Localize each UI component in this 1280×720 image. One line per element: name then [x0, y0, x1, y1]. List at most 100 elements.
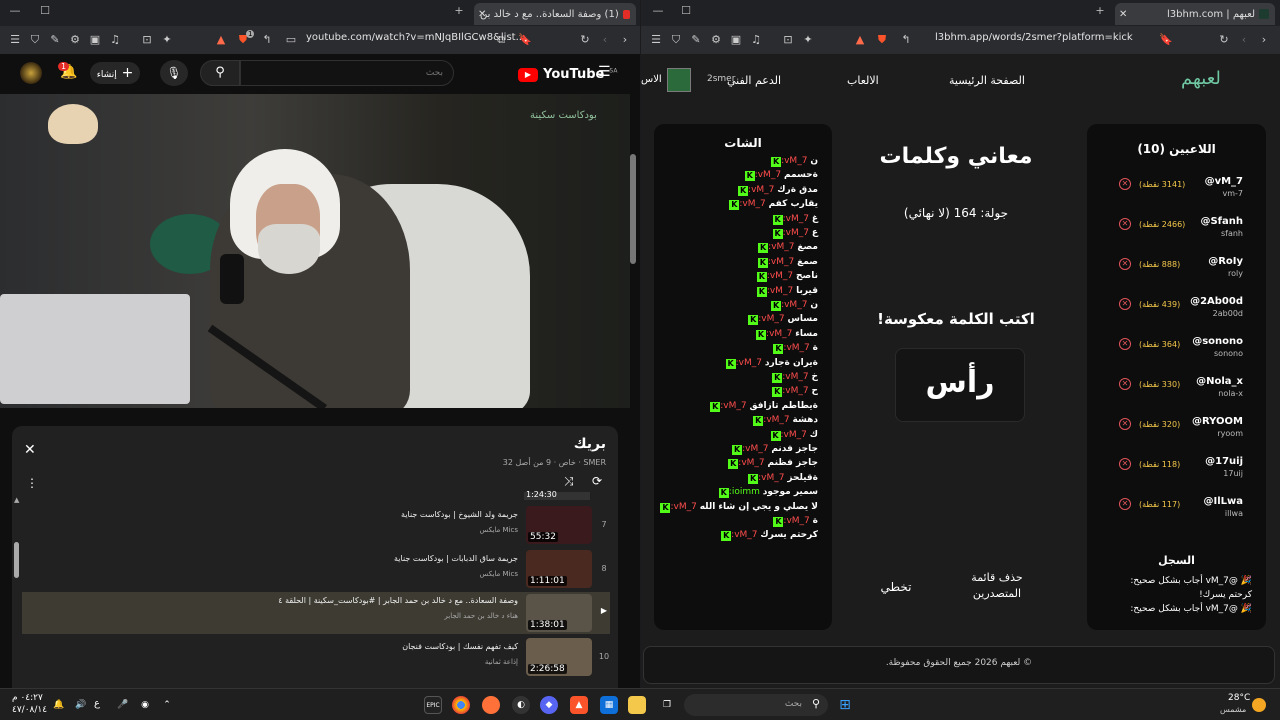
puzzle-icon[interactable]: ✦ [801, 33, 815, 47]
shuffle-icon[interactable]: ⤨ [564, 474, 574, 489]
clock-date[interactable]: ٤٧/٠٨/١٤ [12, 705, 47, 715]
store-icon[interactable]: ▦ [600, 696, 618, 714]
discord-icon[interactable]: ◆ [540, 696, 558, 714]
brave-rewards-icon[interactable]: ▲ [853, 33, 867, 47]
weather-sun-icon[interactable] [1252, 698, 1266, 712]
remove-player-icon[interactable]: ✕ [1119, 218, 1131, 230]
weather-temp[interactable]: 28°C [1228, 693, 1250, 703]
network-icon[interactable]: ◉ [136, 696, 154, 714]
forward-icon[interactable]: › [1257, 33, 1271, 47]
screenshot-icon[interactable]: ⊡ [781, 33, 795, 47]
clock-time[interactable]: ٠٤:٢٧ م [12, 693, 43, 703]
left-url-field[interactable]: youtube.com/watch?v=mNJqBIlGCw8&list... [306, 32, 525, 43]
back-icon[interactable]: ‹ [598, 33, 612, 47]
remove-player-icon[interactable]: ✕ [1119, 458, 1131, 470]
microphone-icon[interactable]: 🎤 [114, 696, 132, 714]
task-view-icon[interactable]: ❐ [658, 696, 676, 714]
chrome-icon[interactable] [452, 696, 470, 714]
settings-icon[interactable]: ⚙ [68, 33, 82, 47]
remove-player-icon[interactable]: ✕ [1119, 338, 1131, 350]
shield-icon[interactable]: ⛉ [669, 33, 683, 47]
bookmark-icon[interactable]: 🔖 [1159, 33, 1173, 47]
remove-player-icon[interactable]: ✕ [1119, 418, 1131, 430]
minimize-icon[interactable]: — [649, 4, 667, 17]
search-input[interactable] [240, 60, 454, 86]
brave-shield-icon[interactable]: ⛊ [875, 33, 889, 47]
loop-icon[interactable]: ⟳ [592, 474, 602, 488]
sidebar-icon[interactable]: ▣ [88, 33, 102, 47]
playlist-item-current[interactable]: ▶ 1:38:01 وصفة السعادة.. مع د خالد بن حم… [22, 592, 610, 634]
hamburger-menu-icon[interactable]: ☰ [598, 64, 611, 80]
nav-extra[interactable]: الاس [641, 74, 662, 85]
playlist-item[interactable]: 7 55:32 جريمة ولد الشيوخ | بودكاست جناية… [22, 506, 610, 546]
youtube-avatar[interactable] [20, 62, 42, 84]
maximize-icon[interactable]: ☐ [677, 4, 695, 17]
epic-games-icon[interactable]: EPIC [424, 696, 442, 714]
remove-player-icon[interactable]: ✕ [1119, 258, 1131, 270]
bookmark-icon[interactable]: 🔖 [518, 33, 532, 47]
reload-icon[interactable]: ↻ [1217, 33, 1231, 47]
site-info-icon[interactable]: ▭ [284, 33, 298, 47]
sidebar-icon[interactable]: ▣ [729, 33, 743, 47]
shield-icon[interactable]: ⛉ [28, 33, 42, 47]
minimize-icon[interactable]: — [6, 4, 24, 17]
notifications-bell-icon[interactable]: 🔔 [50, 696, 68, 714]
right-url-field[interactable]: l3bhm.app/words/2smer?platform=kick [935, 32, 1133, 43]
nav-username[interactable]: 2smer [707, 74, 735, 84]
video-player[interactable]: بودكاست سكينة [0, 94, 630, 408]
settings-icon[interactable]: ⚙ [709, 33, 723, 47]
nav-home[interactable]: الصفحة الرئيسية [949, 74, 1025, 87]
tray-overflow-icon[interactable]: ⌃ [158, 696, 176, 714]
file-explorer-icon[interactable] [628, 696, 646, 714]
music-icon[interactable]: ♫ [108, 33, 122, 47]
playlist-scrollbar[interactable] [14, 542, 19, 578]
playlist-item[interactable]: 8 1:11:01 جريمة ساق الدبابات | بودكاست ج… [22, 550, 610, 590]
new-tab-icon[interactable]: + [450, 4, 468, 17]
keyboard-language[interactable]: ع [94, 698, 100, 709]
back-icon[interactable]: ‹ [1237, 33, 1251, 47]
firefox-icon[interactable] [482, 696, 500, 714]
copy-link-icon[interactable]: ⧉ [494, 33, 508, 47]
weather-desc[interactable]: مشمس [1220, 705, 1246, 714]
brave-icon[interactable]: ▲ [570, 696, 588, 714]
playlist-scroll-up-icon[interactable]: ▲ [14, 496, 19, 504]
remove-player-icon[interactable]: ✕ [1119, 298, 1131, 310]
tab-close-icon[interactable]: ✕ [478, 9, 486, 20]
share-icon[interactable]: ↰ [899, 33, 913, 47]
tab-close-icon[interactable]: ✕ [1119, 9, 1127, 20]
user-avatar[interactable] [667, 68, 691, 92]
playlist-more-icon[interactable]: ⋮ [26, 476, 38, 490]
right-active-tab[interactable]: لعبهم | l3bhm.com ✕ [1115, 3, 1275, 25]
music-icon[interactable]: ♫ [749, 33, 763, 47]
volume-icon[interactable]: 🔊 [72, 696, 90, 714]
voice-search-button[interactable]: 🎙 [160, 60, 188, 86]
start-menu-icon[interactable]: ⊞ [836, 696, 854, 714]
skip-button[interactable]: تخطي [871, 580, 921, 594]
clear-leaderboard-button[interactable]: حذف قائمة المتصدرين [957, 570, 1037, 602]
puzzle-icon[interactable]: ✦ [160, 33, 174, 47]
left-active-tab[interactable]: (1) وصفة السعادة.. مع د خالد بن ✕ [474, 3, 636, 25]
nav-games[interactable]: الالعاب [847, 74, 879, 87]
screenshot-icon[interactable]: ⊡ [140, 33, 154, 47]
create-button[interactable]: إنشاء + [90, 62, 140, 84]
page-scrollbar[interactable] [630, 154, 636, 264]
remove-player-icon[interactable]: ✕ [1119, 178, 1131, 190]
forward-icon[interactable]: › [618, 33, 632, 47]
extension-icon[interactable]: ✎ [689, 33, 703, 47]
new-tab-icon[interactable]: + [1091, 4, 1109, 17]
site-logo[interactable]: لعبهم [1181, 68, 1221, 89]
taskbar-search[interactable]: ⚲ بحث [684, 694, 828, 716]
share-icon[interactable]: ↰ [260, 33, 274, 47]
brave-rewards-icon[interactable]: ▲ [214, 33, 228, 47]
maximize-icon[interactable]: ☐ [36, 4, 54, 17]
remove-player-icon[interactable]: ✕ [1119, 498, 1131, 510]
search-button[interactable]: ⚲ [200, 60, 240, 86]
extension-icon[interactable]: ✎ [48, 33, 62, 47]
reload-icon[interactable]: ↻ [578, 33, 592, 47]
playlist-item[interactable]: 10 2:26:58 كيف تفهم نفسك | بودكاست فنجان… [22, 638, 610, 678]
menu-icon[interactable]: ☰ [649, 33, 663, 47]
obs-icon[interactable]: ◐ [512, 696, 530, 714]
remove-player-icon[interactable]: ✕ [1119, 378, 1131, 390]
menu-icon[interactable]: ☰ [8, 33, 22, 47]
playlist-close-icon[interactable]: ✕ [24, 442, 36, 458]
